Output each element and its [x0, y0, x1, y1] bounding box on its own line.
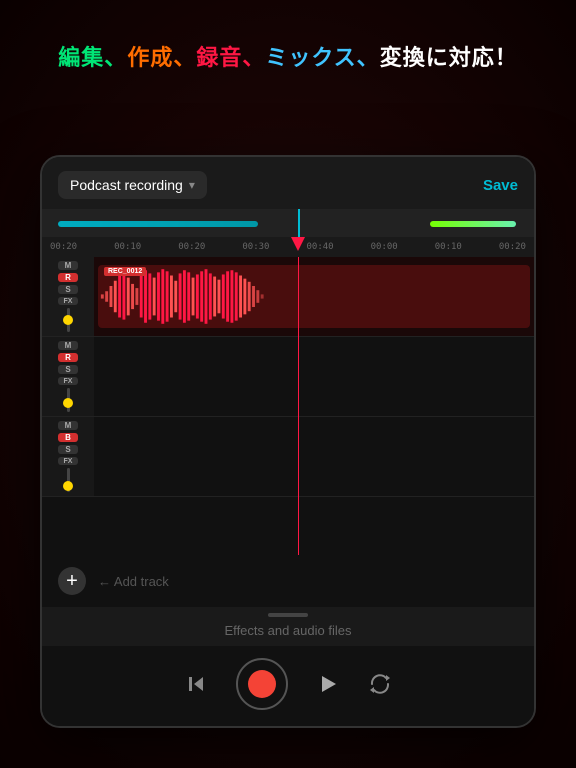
- tag-mix: ミックス、: [265, 45, 379, 70]
- tag-record: 録音、: [196, 45, 265, 70]
- rewind-button[interactable]: [184, 672, 208, 696]
- rewind-icon: [184, 672, 208, 696]
- bottom-panel: Effects and audio files: [42, 607, 534, 646]
- track-3-content: [94, 417, 534, 496]
- track-3-volume-thumb: [63, 481, 73, 491]
- track-3-volume-slider[interactable]: [67, 468, 70, 492]
- waveform-clip-label: REC_0012: [104, 267, 146, 276]
- tag-support: 変換に対応！: [380, 45, 518, 70]
- play-icon: [316, 672, 340, 696]
- time-label-2: 00:10: [114, 242, 141, 252]
- track-3-mute-button[interactable]: M: [58, 421, 78, 430]
- track-3-fx-button[interactable]: FX: [58, 457, 78, 465]
- track-3: M B S FX: [42, 417, 534, 497]
- time-label-7: 00:10: [435, 242, 462, 252]
- add-track-button[interactable]: +: [58, 567, 86, 595]
- progress-bars-container: [42, 209, 534, 237]
- tagline: 編集、作成、録音、ミックス、変換に対応！: [0, 0, 576, 92]
- track-2-content: [94, 337, 534, 416]
- time-label-1: 00:20: [50, 242, 77, 252]
- track-1-volume-slider[interactable]: [67, 308, 70, 332]
- waveform-container[interactable]: REC_0012: [98, 265, 530, 328]
- add-track-label: ← Add track: [98, 574, 169, 589]
- play-button[interactable]: [316, 672, 340, 696]
- track-1-mute-button[interactable]: M: [58, 261, 78, 270]
- time-label-8: 00:20: [499, 242, 526, 252]
- tracks-area: M R S FX REC_0012: [42, 257, 534, 555]
- record-button[interactable]: [236, 658, 288, 710]
- playhead-triangle: [291, 237, 305, 251]
- track-1: M R S FX REC_0012: [42, 257, 534, 337]
- add-track-row: + ← Add track: [42, 555, 534, 607]
- track-1-solo-button[interactable]: S: [58, 285, 78, 294]
- app-container: Podcast recording ▾ Save 00:20 00:10 00:…: [42, 157, 534, 726]
- track-1-controls: M R S FX: [42, 257, 94, 336]
- track-1-record-button[interactable]: R: [58, 273, 78, 282]
- handle-bar: [268, 613, 308, 617]
- timeline-header: 00:20 00:10 00:20 00:30 00:40 00:00 00:1…: [42, 209, 534, 257]
- track-3-solo-button[interactable]: S: [58, 445, 78, 454]
- top-bar: Podcast recording ▾ Save: [42, 157, 534, 209]
- track-3-record-button[interactable]: B: [58, 433, 78, 442]
- track-2-solo-button[interactable]: S: [58, 365, 78, 374]
- time-label-3: 00:20: [178, 242, 205, 252]
- loop-button[interactable]: [368, 672, 392, 696]
- track-2: M R S FX: [42, 337, 534, 417]
- track-2-volume-thumb: [63, 398, 73, 408]
- time-ruler: 00:20 00:10 00:20 00:30 00:40 00:00 00:1…: [42, 237, 534, 257]
- tag-edit: 編集、: [58, 45, 127, 70]
- progress-marker: [298, 209, 300, 237]
- track-1-volume-thumb: [63, 315, 73, 325]
- progress-bar-green: [430, 221, 516, 227]
- bottom-panel-label: Effects and audio files: [42, 623, 534, 646]
- chevron-down-icon: ▾: [189, 178, 195, 192]
- time-label-6: 00:00: [371, 242, 398, 252]
- track-1-content: REC_0012: [94, 257, 534, 336]
- waveform-svg: [98, 265, 530, 328]
- save-button[interactable]: Save: [483, 177, 518, 194]
- transport: [42, 646, 534, 726]
- track-1-fx-button[interactable]: FX: [58, 297, 78, 305]
- project-name: Podcast recording: [70, 177, 183, 193]
- record-dot-icon: [248, 670, 276, 698]
- device-frame: Podcast recording ▾ Save 00:20 00:10 00:…: [40, 155, 536, 728]
- bottom-panel-handle[interactable]: [42, 607, 534, 623]
- track-3-controls: M B S FX: [42, 417, 94, 496]
- time-ruler-inner: 00:20 00:10 00:20 00:30 00:40 00:00 00:1…: [50, 242, 526, 252]
- track-2-fx-button[interactable]: FX: [58, 377, 78, 385]
- tag-create: 作成、: [127, 45, 196, 70]
- project-selector[interactable]: Podcast recording ▾: [58, 171, 207, 199]
- track-2-controls: M R S FX: [42, 337, 94, 416]
- time-label-4: 00:30: [242, 242, 269, 252]
- loop-icon: [368, 672, 392, 696]
- progress-bar-cyan: [58, 221, 258, 227]
- track-2-mute-button[interactable]: M: [58, 341, 78, 350]
- track-2-record-button[interactable]: R: [58, 353, 78, 362]
- time-label-5: 00:40: [307, 242, 334, 252]
- track-2-volume-slider[interactable]: [67, 388, 70, 412]
